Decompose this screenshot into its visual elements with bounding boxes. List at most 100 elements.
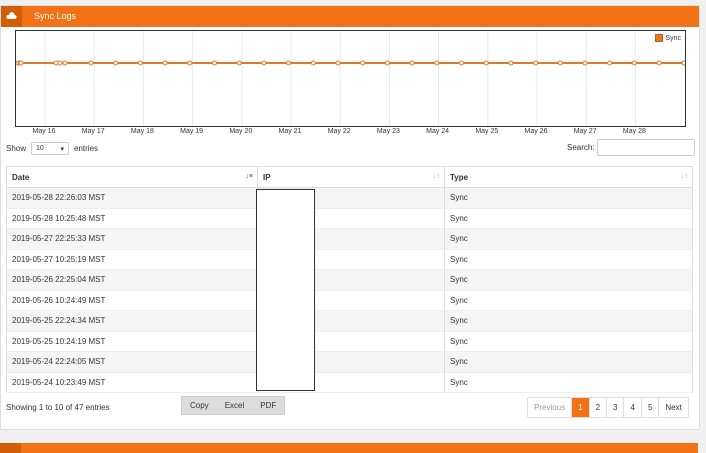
data-point [335,60,341,66]
cell-date: 2019-05-26 22:25:04 MST [6,269,258,291]
column-header-ip[interactable]: IP ↓↑ [257,166,445,188]
column-header-type[interactable]: Type ↓↑ [444,166,693,188]
table-info: Showing 1 to 10 of 47 entries [6,403,110,412]
table-row[interactable]: 2019-05-27 10:25:19 MST Sync [6,249,693,270]
panel-title: Sync Logs [34,11,77,21]
data-point [582,60,588,66]
data-point [187,60,193,66]
data-point [607,60,613,66]
table-row[interactable]: 2019-05-25 22:24:34 MST Sync [6,310,693,332]
export-buttons: Copy Excel PDF [181,396,286,415]
x-tick-label: May 17 [81,128,105,135]
data-point [483,60,489,66]
data-point [162,60,168,66]
column-header-date[interactable]: Date ↓≡ [6,166,258,188]
cell-date: 2019-05-28 22:26:03 MST [6,187,258,209]
sort-desc-icon: ↓≡ [245,173,253,180]
cell-date: 2019-05-24 10:23:49 MST [6,372,258,393]
table-row[interactable]: 2019-05-26 22:25:04 MST Sync [6,269,693,291]
data-point [656,60,662,66]
page-4-button[interactable]: 4 [623,398,641,417]
data-point [384,60,390,66]
data-point [409,60,415,66]
legend-label: Sync [665,34,681,42]
cell-type: Sync [444,372,693,393]
chart-legend: Sync [655,34,681,42]
page-1-button[interactable]: 1 [571,398,589,417]
next-panel-icon [0,443,21,453]
data-point [53,60,59,66]
x-tick-label: May 20 [229,128,253,135]
x-tick-label: May 21 [278,128,302,135]
table-row[interactable]: 2019-05-28 10:25:48 MST Sync [6,208,693,229]
search-control: Search: [567,139,695,156]
data-point [533,60,539,66]
sync-logs-table: Date ↓≡ IP ↓↑ Type ↓↑ 2019-05-28 22:26:03 M… [6,166,693,393]
cell-date: 2019-05-25 22:24:34 MST [6,310,258,332]
page-size-value: 10 [36,145,44,152]
next-panel-header [0,443,698,453]
chevron-down-icon: ▾ [60,145,65,153]
cell-date: 2019-05-25 10:24:19 MST [6,331,258,352]
cell-date: 2019-05-27 22:25:33 MST [6,228,258,250]
data-point [631,60,637,66]
data-point [261,60,267,66]
chart-plot [16,31,685,126]
data-point [434,60,440,66]
cell-date: 2019-05-28 10:25:48 MST [6,208,258,229]
x-tick-label: May 16 [32,128,56,135]
cell-type: Sync [444,187,693,209]
entries-label: entries [74,144,99,153]
search-label: Search: [567,143,595,152]
data-point [508,60,514,66]
data-point [236,60,242,66]
page-3-button[interactable]: 3 [606,398,624,417]
x-tick-label: May 19 [180,128,204,135]
table-row[interactable]: 2019-05-27 22:25:33 MST Sync [6,228,693,250]
sort-icon: ↓↑ [433,173,440,180]
search-input[interactable] [596,139,695,156]
pdf-button[interactable]: PDF [252,397,284,414]
cell-date: 2019-05-24 22:24:05 MST [6,351,258,373]
pagination: Previous 1 2 3 4 5 Next [527,397,689,418]
cell-type: Sync [444,249,693,270]
table-row[interactable]: 2019-05-25 10:24:19 MST Sync [6,331,693,352]
page-size-control: Show 10 ▾ entries [6,142,98,155]
table-row[interactable]: 2019-05-24 22:24:05 MST Sync [6,351,693,373]
data-point [137,60,143,66]
page-2-button[interactable]: 2 [588,398,607,417]
cell-type: Sync [444,208,693,229]
page-5-button[interactable]: 5 [640,398,659,417]
data-point [286,60,292,66]
data-point [62,60,68,66]
cloud-icon [1,6,22,27]
excel-button[interactable]: Excel [217,397,253,414]
cell-type: Sync [444,351,693,373]
data-point [113,60,119,66]
page-size-select[interactable]: 10 ▾ [31,142,70,155]
data-point [212,60,217,66]
table-header-row: Date ↓≡ IP ↓↑ Type ↓↑ [6,166,693,188]
data-point [681,60,685,66]
data-point [557,60,563,66]
x-tick-label: May 26 [524,128,548,135]
panel-header: Sync Logs [1,6,699,27]
cell-type: Sync [444,310,693,332]
legend-swatch [655,34,664,42]
cell-type: Sync [444,290,693,311]
table-row[interactable]: 2019-05-26 10:24:49 MST Sync [6,290,693,311]
x-tick-label: May 22 [327,128,351,135]
x-tick-label: May 18 [130,128,154,135]
data-point [18,60,24,66]
data-point [360,60,366,66]
next-page-button[interactable]: Next [658,398,688,417]
cell-date: 2019-05-26 10:24:49 MST [6,290,258,311]
x-tick-label: May 27 [573,128,597,135]
table-row[interactable]: 2019-05-28 22:26:03 MST Sync [6,187,693,209]
previous-page-button[interactable]: Previous [528,398,572,417]
x-tick-label: May 23 [376,128,400,135]
x-tick-label: May 28 [622,128,646,135]
cell-date: 2019-05-27 10:25:19 MST [6,249,258,270]
table-row[interactable]: 2019-05-24 10:23:49 MST Sync [6,372,693,393]
copy-button[interactable]: Copy [182,397,217,414]
